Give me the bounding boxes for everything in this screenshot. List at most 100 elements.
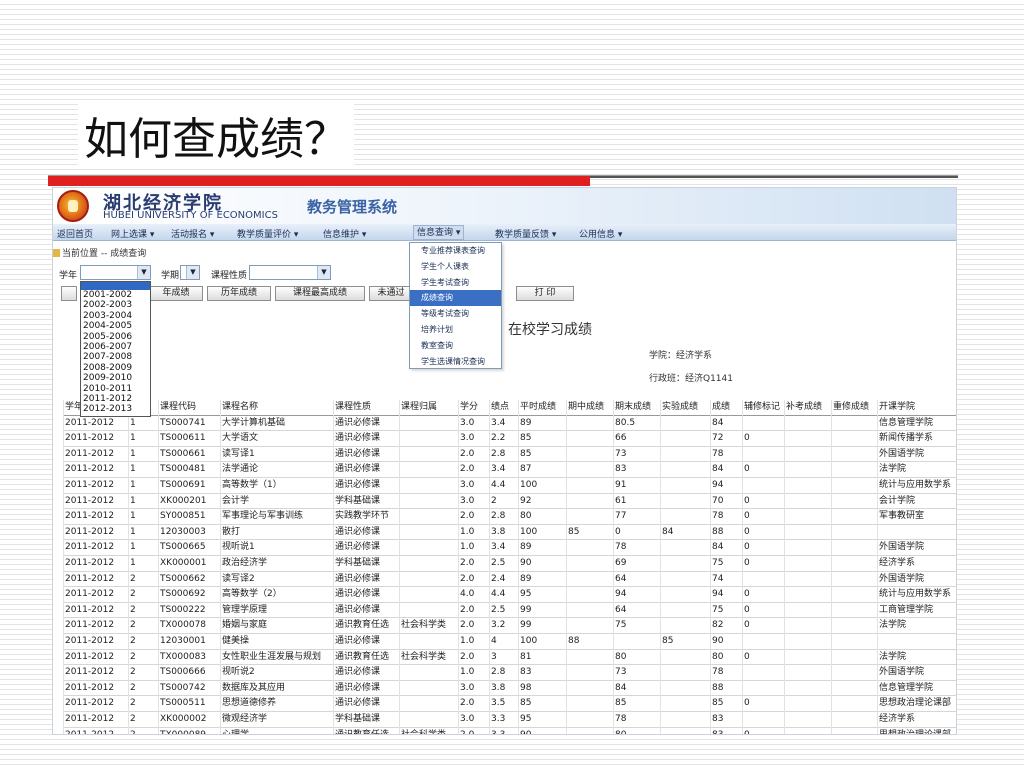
table-cell: 大学语文 <box>220 431 333 447</box>
table-cell: 2011-2012 <box>63 680 128 697</box>
table-cell: 64 <box>613 602 660 619</box>
table-cell: 99 <box>518 602 566 619</box>
table-cell: 2.0 <box>458 556 489 572</box>
year-option[interactable]: 2001-2002 <box>81 290 150 300</box>
table-cell: 经济学系 <box>877 712 956 728</box>
table-cell <box>566 712 613 728</box>
nav-teaching-feedback[interactable]: 教学质量反馈 ▾ <box>495 227 556 240</box>
column-header: 实验成绩 <box>660 400 710 416</box>
year-option[interactable]: 2002-2003 <box>81 300 150 310</box>
table-cell: 0 <box>742 540 784 556</box>
table-cell <box>566 602 613 619</box>
table-row: 2011-2012 1 12030003 散打 通识必修课 1.0 3.8 100 85 0 84 8… <box>63 524 956 541</box>
year-option[interactable]: 2010-2011 <box>81 384 150 394</box>
annual-grades-button[interactable]: 年成绩 <box>149 286 203 301</box>
table-cell: 散打 <box>220 524 333 541</box>
table-cell: 1 <box>128 462 158 478</box>
table-cell: TS000741 <box>158 415 220 432</box>
menu-item-classroom-query[interactable]: 教室查询 <box>410 338 501 354</box>
table-cell: 3.0 <box>458 493 489 510</box>
nav-info-query[interactable]: 信息查询 ▾ <box>413 225 465 240</box>
table-cell <box>566 618 613 634</box>
table-cell: 2011-2012 <box>63 493 128 510</box>
table-cell: 2011-2012 <box>63 415 128 432</box>
menu-item-grade-query[interactable]: 成绩查询 <box>410 290 501 307</box>
table-cell <box>566 431 613 447</box>
table-cell: 95 <box>518 712 566 728</box>
table-cell: 0 <box>742 602 784 619</box>
table-cell <box>784 524 831 541</box>
university-name-en: HUBEI UNIVERSITY OF ECONOMICS <box>103 210 278 221</box>
term-select[interactable]: ▼ <box>180 265 200 280</box>
table-row: 2011-2012 1 XK000201 会计学 学科基础课 3.0 2 92 61 70 0 会计学… <box>63 493 956 510</box>
table-cell: 0 <box>742 727 784 734</box>
table-cell: 军事教研室 <box>877 509 956 525</box>
table-cell: 2 <box>128 680 158 697</box>
nav-teaching-evaluation[interactable]: 教学质量评价 ▾ <box>237 227 298 240</box>
table-cell: SY000851 <box>158 509 220 525</box>
menu-item-personal-schedule[interactable]: 学生个人课表 <box>410 259 501 275</box>
menu-item-training-plan[interactable]: 培养计划 <box>410 322 501 338</box>
table-cell: 3 <box>489 649 518 666</box>
table-cell: 2011-2012 <box>63 634 128 650</box>
year-option[interactable]: 2008-2009 <box>81 363 150 373</box>
table-cell: 信息管理学院 <box>877 415 956 432</box>
year-option-highlight[interactable] <box>81 282 150 290</box>
table-cell: 通识必修课 <box>333 587 399 603</box>
table-cell: 2011-2012 <box>63 602 128 619</box>
nav-activity-signup[interactable]: 活动报名 ▾ <box>171 227 214 240</box>
table-cell: 通识必修课 <box>333 696 399 712</box>
column-header: 期中成绩 <box>566 400 613 416</box>
table-cell: 2011-2012 <box>63 665 128 681</box>
course-nature-select[interactable]: ▼ <box>249 265 331 280</box>
year-option[interactable]: 2006-2007 <box>81 342 150 352</box>
menu-item-exam-query[interactable]: 学生考试查询 <box>410 275 501 291</box>
year-option[interactable]: 2003-2004 <box>81 311 150 321</box>
home-icon <box>53 249 60 257</box>
failed-courses-button[interactable]: 未通过 <box>369 286 413 301</box>
table-cell: 通识必修课 <box>333 524 399 541</box>
query-button-partial[interactable] <box>61 286 77 301</box>
table-cell: XK000201 <box>158 493 220 510</box>
main-navbar: 返回首页 网上选课 ▾ 活动报名 ▾ 教学质量评价 ▾ 信息维护 ▾ 信息查询 … <box>53 224 956 241</box>
year-select[interactable]: ▼ <box>80 265 151 280</box>
year-option[interactable]: 2007-2008 <box>81 352 150 362</box>
history-grades-button[interactable]: 历年成绩 <box>207 286 271 301</box>
table-cell: 外国语学院 <box>877 540 956 556</box>
table-cell <box>831 602 877 619</box>
table-cell: 读写译2 <box>220 571 333 588</box>
print-button[interactable]: 打 印 <box>516 286 574 301</box>
year-option[interactable]: 2011-2012 <box>81 394 150 404</box>
chevron-down-icon[interactable]: ▼ <box>186 266 199 279</box>
year-option[interactable]: 2012-2013 <box>81 404 150 414</box>
chevron-down-icon[interactable]: ▼ <box>137 266 150 279</box>
menu-item-level-exam[interactable]: 等级考试查询 <box>410 306 501 322</box>
table-cell: 4.0 <box>458 587 489 603</box>
table-cell <box>566 415 613 432</box>
table-cell: 64 <box>613 571 660 588</box>
year-option[interactable]: 2004-2005 <box>81 321 150 331</box>
table-cell <box>831 462 877 478</box>
year-option[interactable]: 2005-2006 <box>81 332 150 342</box>
year-option[interactable]: 2009-2010 <box>81 373 150 383</box>
table-cell <box>877 634 956 650</box>
menu-item-major-schedule[interactable]: 专业推荐课表查询 <box>410 243 501 259</box>
table-cell <box>399 493 458 510</box>
highest-grades-button[interactable]: 课程最高成绩 <box>275 286 365 301</box>
table-cell: 3.5 <box>489 696 518 712</box>
breadcrumb: 当前位置 -- 成绩查询 <box>53 246 146 259</box>
table-cell: 2 <box>128 727 158 734</box>
table-cell: 0 <box>742 649 784 666</box>
table-cell <box>831 618 877 634</box>
nav-info-maintenance[interactable]: 信息维护 ▾ <box>323 227 366 240</box>
menu-item-selection-status[interactable]: 学生选课情况查询 <box>410 354 501 370</box>
table-cell: 70 <box>710 493 742 510</box>
table-cell: 2011-2012 <box>63 540 128 556</box>
table-cell: 78 <box>710 446 742 463</box>
column-header: 成绩 <box>710 400 742 416</box>
nav-course-selection[interactable]: 网上选课 ▾ <box>111 227 154 240</box>
nav-public-info[interactable]: 公用信息 ▾ <box>579 227 622 240</box>
chevron-down-icon[interactable]: ▼ <box>317 266 330 279</box>
nav-home[interactable]: 返回首页 <box>57 227 93 240</box>
table-cell: 统计与应用数学系 <box>877 587 956 603</box>
